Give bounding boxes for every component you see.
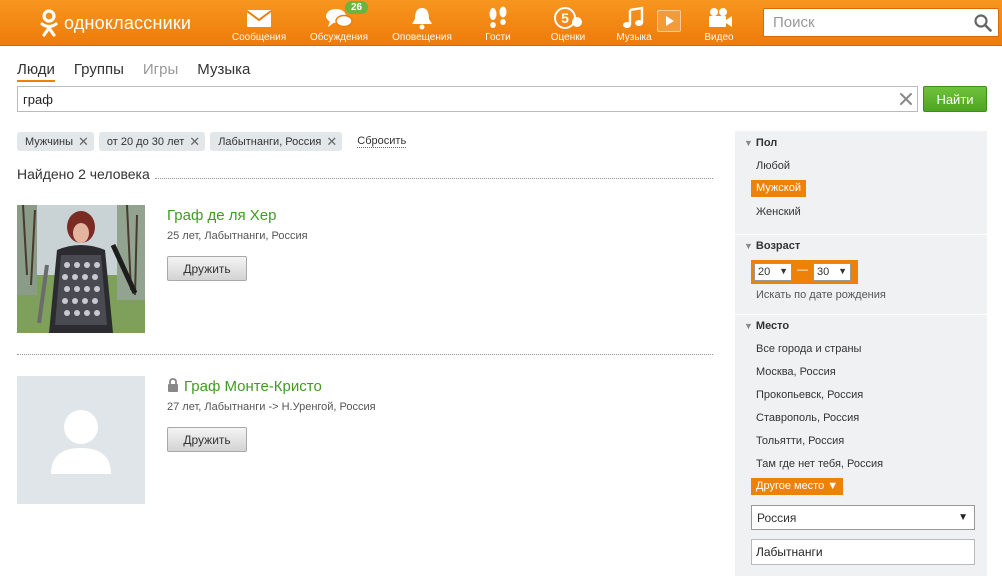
music-play-button[interactable] [657, 10, 681, 32]
place-title[interactable]: ▼ Место [744, 320, 789, 332]
results-count: Найдено 2 человека [17, 166, 150, 182]
dropdown-arrow-icon: ▼ [958, 512, 968, 523]
nav-label: Гости [485, 32, 511, 43]
result-name-link[interactable]: Граф Монте-Кристо [167, 378, 322, 396]
nav-messages[interactable]: Сообщения [222, 4, 296, 44]
play-icon [666, 16, 674, 26]
place-option[interactable]: Москва, Россия [756, 366, 836, 378]
lock-icon [167, 378, 179, 396]
nav-guests[interactable]: Гости [461, 4, 535, 44]
other-place-toggle[interactable]: Другое место ▼ [751, 478, 844, 495]
gender-option-any[interactable]: Любой [756, 160, 790, 172]
nav-ratings[interactable]: 5 Оценки [531, 4, 605, 44]
gender-option-male[interactable]: Мужской [751, 180, 806, 197]
result-info: 25 лет, Лабытнанги, Россия [167, 230, 308, 242]
dropdown-arrow-icon: ▼ [838, 266, 847, 276]
query-field [17, 86, 918, 112]
user-photo [17, 205, 145, 333]
music-note-icon [623, 6, 644, 28]
search-tabs: Люди Группы Игры Музыка [17, 61, 250, 82]
nav-notifications[interactable]: Оповещения [385, 4, 459, 44]
nav-label: Оценки [550, 32, 586, 43]
place-option[interactable]: Тольятти, Россия [756, 435, 844, 447]
logo-text: одноклассники [64, 12, 192, 33]
filter-chip-gender: Мужчины ✕ [17, 132, 94, 151]
search-by-dob-link[interactable]: Искать по дате рождения [756, 289, 886, 301]
place-option[interactable]: Там где нет тебя, Россия [756, 458, 883, 470]
place-option[interactable]: Ставрополь, Россия [756, 412, 859, 424]
filter-chip-place: Лабытнанги, Россия ✕ [210, 132, 343, 151]
collapse-triangle-icon: ▼ [744, 321, 753, 331]
result-divider [17, 354, 713, 355]
chip-label: Лабытнанги, Россия [218, 135, 322, 148]
nav-label: Видео [704, 32, 734, 43]
tab-people[interactable]: Люди [17, 61, 55, 82]
result-item: Граф де ля Хер 25 лет, Лабытнанги, Росси… [17, 205, 713, 333]
nav-discussions[interactable]: 26 Обсуждения [302, 1, 376, 44]
gender-title[interactable]: ▼ Пол [744, 137, 777, 149]
filter-chip-age: от 20 до 30 лет ✕ [98, 132, 206, 151]
reset-filters-link[interactable]: Сбросить [357, 135, 407, 148]
remove-chip-icon[interactable]: ✕ [78, 135, 89, 148]
envelope-icon [246, 10, 272, 27]
chip-label: от 20 до 30 лет [106, 135, 185, 148]
global-search [763, 8, 999, 37]
default-avatar-icon [51, 410, 111, 474]
age-title[interactable]: ▼ Возраст [744, 240, 800, 252]
remove-chip-icon[interactable]: ✕ [189, 135, 200, 148]
tab-groups[interactable]: Группы [74, 61, 124, 82]
results-summary: Найдено 2 человека [17, 166, 713, 182]
global-search-input[interactable] [764, 9, 964, 36]
section-divider [735, 314, 987, 315]
rating-five-icon: 5 [554, 7, 582, 29]
svg-text:5: 5 [561, 10, 569, 26]
tab-games[interactable]: Игры [143, 61, 178, 82]
find-button[interactable]: Найти [923, 86, 987, 112]
age-separator: — [797, 264, 808, 276]
discussions-badge: 26 [345, 1, 369, 14]
logo[interactable]: одноклассники [40, 8, 191, 38]
add-friend-button[interactable]: Дружить [167, 427, 247, 452]
nav-video[interactable]: Видео [682, 4, 756, 44]
section-divider [735, 234, 987, 235]
nav-label: Музыка [616, 32, 652, 43]
search-icon[interactable] [974, 14, 992, 37]
age-from-select[interactable]: 20 ▼ [754, 263, 792, 281]
result-name-link[interactable]: Граф де ля Хер [167, 207, 276, 224]
city-field [751, 539, 975, 565]
nav-label: Обсуждения [309, 32, 369, 43]
divider [154, 169, 713, 179]
avatar[interactable] [17, 205, 145, 333]
filter-sidebar: ▼ Пол Любой Мужской Женский ▼ Возраст 20 ▼ … [735, 131, 987, 576]
city-input[interactable] [752, 540, 972, 564]
chip-label: Мужчины [25, 135, 74, 148]
query-input[interactable] [18, 87, 878, 111]
place-option[interactable]: Все города и страны [756, 343, 861, 355]
avatar[interactable] [17, 376, 145, 504]
collapse-triangle-icon: ▼ [744, 138, 753, 148]
bell-icon [412, 8, 432, 30]
age-range: 20 ▼ — 30 ▼ [751, 260, 858, 284]
top-bar: одноклассники Сообщения 26 Обсуждения Оп… [0, 0, 1002, 46]
country-select[interactable]: Россия ▼ [751, 505, 975, 530]
result-name-text: Граф Монте-Кристо [184, 378, 322, 395]
nav-label: Оповещения [392, 32, 452, 43]
dropdown-arrow-icon: ▼ [779, 266, 788, 276]
nav-label: Сообщения [231, 32, 287, 43]
footprints-icon [489, 6, 507, 28]
age-to-select[interactable]: 30 ▼ [813, 263, 851, 281]
place-option[interactable]: Прокопьевск, Россия [756, 389, 863, 401]
video-camera-icon [709, 8, 732, 27]
collapse-triangle-icon: ▼ [744, 241, 753, 251]
clear-icon[interactable] [899, 92, 913, 111]
gender-option-female[interactable]: Женский [756, 206, 801, 218]
add-friend-button[interactable]: Дружить [167, 256, 247, 281]
result-item: Граф Монте-Кристо 27 лет, Лабытнанги -> … [17, 376, 713, 504]
active-filters: Мужчины ✕ от 20 до 30 лет ✕ Лабытнанги, … [17, 132, 407, 151]
ok-logo-icon [40, 9, 58, 37]
tab-music[interactable]: Музыка [197, 61, 250, 82]
remove-chip-icon[interactable]: ✕ [326, 135, 337, 148]
result-info: 27 лет, Лабытнанги -> Н.Уренгой, Россия [167, 401, 376, 413]
